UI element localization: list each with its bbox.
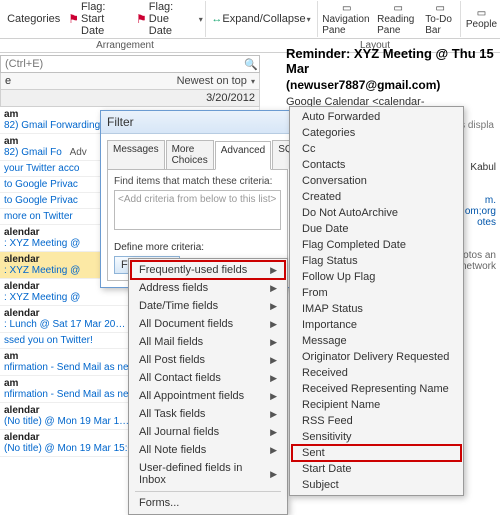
menu-item[interactable]: Contacts xyxy=(292,157,461,173)
menu-item[interactable]: Received Representing Name xyxy=(292,381,461,397)
menu-item[interactable]: All Document fields▶ xyxy=(131,315,285,333)
filter-tab[interactable]: Advanced xyxy=(215,141,271,170)
menu-item[interactable]: All Note fields▶ xyxy=(131,441,285,459)
menu-item[interactable]: All Post fields▶ xyxy=(131,351,285,369)
menu-item[interactable]: Subject xyxy=(292,477,461,493)
expand-collapse-button[interactable]: ↔Expand/Collapse▾ xyxy=(207,12,314,26)
menu-item[interactable]: Follow Up Flag xyxy=(292,269,461,285)
menu-item[interactable]: Created xyxy=(292,189,461,205)
menu-item[interactable]: Conversation xyxy=(292,173,461,189)
sort-newest[interactable]: Newest on top ▾ xyxy=(177,75,255,87)
menu-item[interactable]: Categories xyxy=(292,125,461,141)
search-box[interactable]: 🔍 xyxy=(0,55,260,73)
menu-item[interactable]: User-defined fields in Inbox▶ xyxy=(131,459,285,489)
menu-item[interactable]: Due Date xyxy=(292,221,461,237)
menu-item[interactable]: Recipient Name xyxy=(292,397,461,413)
flag-icon: ⚑ xyxy=(136,12,147,26)
menu-item[interactable]: Sent xyxy=(292,445,461,461)
reading-pane-button[interactable]: ▭Reading Pane xyxy=(374,3,422,36)
menu-item[interactable]: IMAP Status xyxy=(292,301,461,317)
filter-tab[interactable]: Messages xyxy=(107,140,165,169)
date-group: 3/20/2012 xyxy=(0,90,260,107)
menu-item[interactable]: Address fields▶ xyxy=(131,279,285,297)
menu-item[interactable]: Forms... xyxy=(131,494,285,512)
define-label: Define more criteria: xyxy=(114,242,281,253)
menu-item[interactable]: Frequently-used fields▶ xyxy=(131,261,285,279)
menu-item[interactable]: Start Date xyxy=(292,461,461,477)
people-pane-button[interactable]: ▭People xyxy=(463,8,500,30)
search-input[interactable] xyxy=(1,56,243,72)
filter-title: Filter xyxy=(101,111,294,134)
list-header[interactable]: e Newest on top ▾ xyxy=(0,73,260,90)
menu-item[interactable]: Auto Forwarded xyxy=(292,109,461,125)
menu-item[interactable]: RSS Feed xyxy=(292,413,461,429)
menu-item[interactable]: Date/Time fields▶ xyxy=(131,297,285,315)
flag-due-date-button[interactable]: ⚑Flag: Due Date xyxy=(132,0,198,38)
flag-start-date-button[interactable]: ⚑Flag: Start Date xyxy=(64,0,132,38)
menu-item[interactable]: All Journal fields▶ xyxy=(131,423,285,441)
reading-pane-icon: ▭ xyxy=(393,3,402,14)
menu-item[interactable]: Importance xyxy=(292,317,461,333)
menu-item[interactable]: All Mail fields▶ xyxy=(131,333,285,351)
menu-item[interactable]: Sensitivity xyxy=(292,429,461,445)
menu-item[interactable]: All Task fields▶ xyxy=(131,405,285,423)
menu-item[interactable]: Flag Status xyxy=(292,253,461,269)
people-icon: ▭ xyxy=(477,8,486,19)
todo-icon: ▭ xyxy=(436,3,445,14)
menu-item[interactable]: From xyxy=(292,285,461,301)
criteria-list[interactable]: <Add criteria from below to this list> xyxy=(114,190,281,230)
message-subject: Reminder: XYZ Meeting @ Thu 15 Mar xyxy=(286,46,494,76)
menu-item[interactable]: All Appointment fields▶ xyxy=(131,387,285,405)
navigation-pane-button[interactable]: ▭Navigation Pane xyxy=(319,3,374,36)
list-header-left: e xyxy=(5,75,11,87)
flag-icon: ⚑ xyxy=(68,12,79,26)
filter-tabs: MessagesMore ChoicesAdvancedSQL xyxy=(101,134,294,169)
menu-item[interactable]: Cc xyxy=(292,141,461,157)
menu-item[interactable]: Flag Completed Date xyxy=(292,237,461,253)
message-subject-sub: (newuser7887@gmail.com) xyxy=(286,78,494,92)
menu-item[interactable]: Originator Delivery Requested xyxy=(292,349,461,365)
menu-item[interactable]: Do Not AutoArchive xyxy=(292,205,461,221)
criteria-label: Find items that match these criteria: xyxy=(114,176,281,187)
todo-bar-button[interactable]: ▭To-Do Bar xyxy=(422,3,458,36)
menu-item[interactable]: All Contact fields▶ xyxy=(131,369,285,387)
arrangement-label: Arrangement xyxy=(0,39,250,52)
menu-item[interactable]: Message xyxy=(292,333,461,349)
field-category-menu[interactable]: Frequently-used fields▶Address fields▶Da… xyxy=(128,258,288,515)
expand-icon: ↔ xyxy=(211,13,222,25)
categories-button[interactable]: Categories xyxy=(0,12,64,26)
ribbon: Categories ⚑Flag: Start Date ⚑Flag: Due … xyxy=(0,0,500,39)
filter-tab[interactable]: More Choices xyxy=(166,140,214,169)
search-icon[interactable]: 🔍 xyxy=(243,58,259,71)
nav-pane-icon: ▭ xyxy=(342,3,351,14)
menu-item[interactable]: Received xyxy=(292,365,461,381)
field-list-menu[interactable]: Auto ForwardedCategoriesCcContactsConver… xyxy=(289,106,464,496)
